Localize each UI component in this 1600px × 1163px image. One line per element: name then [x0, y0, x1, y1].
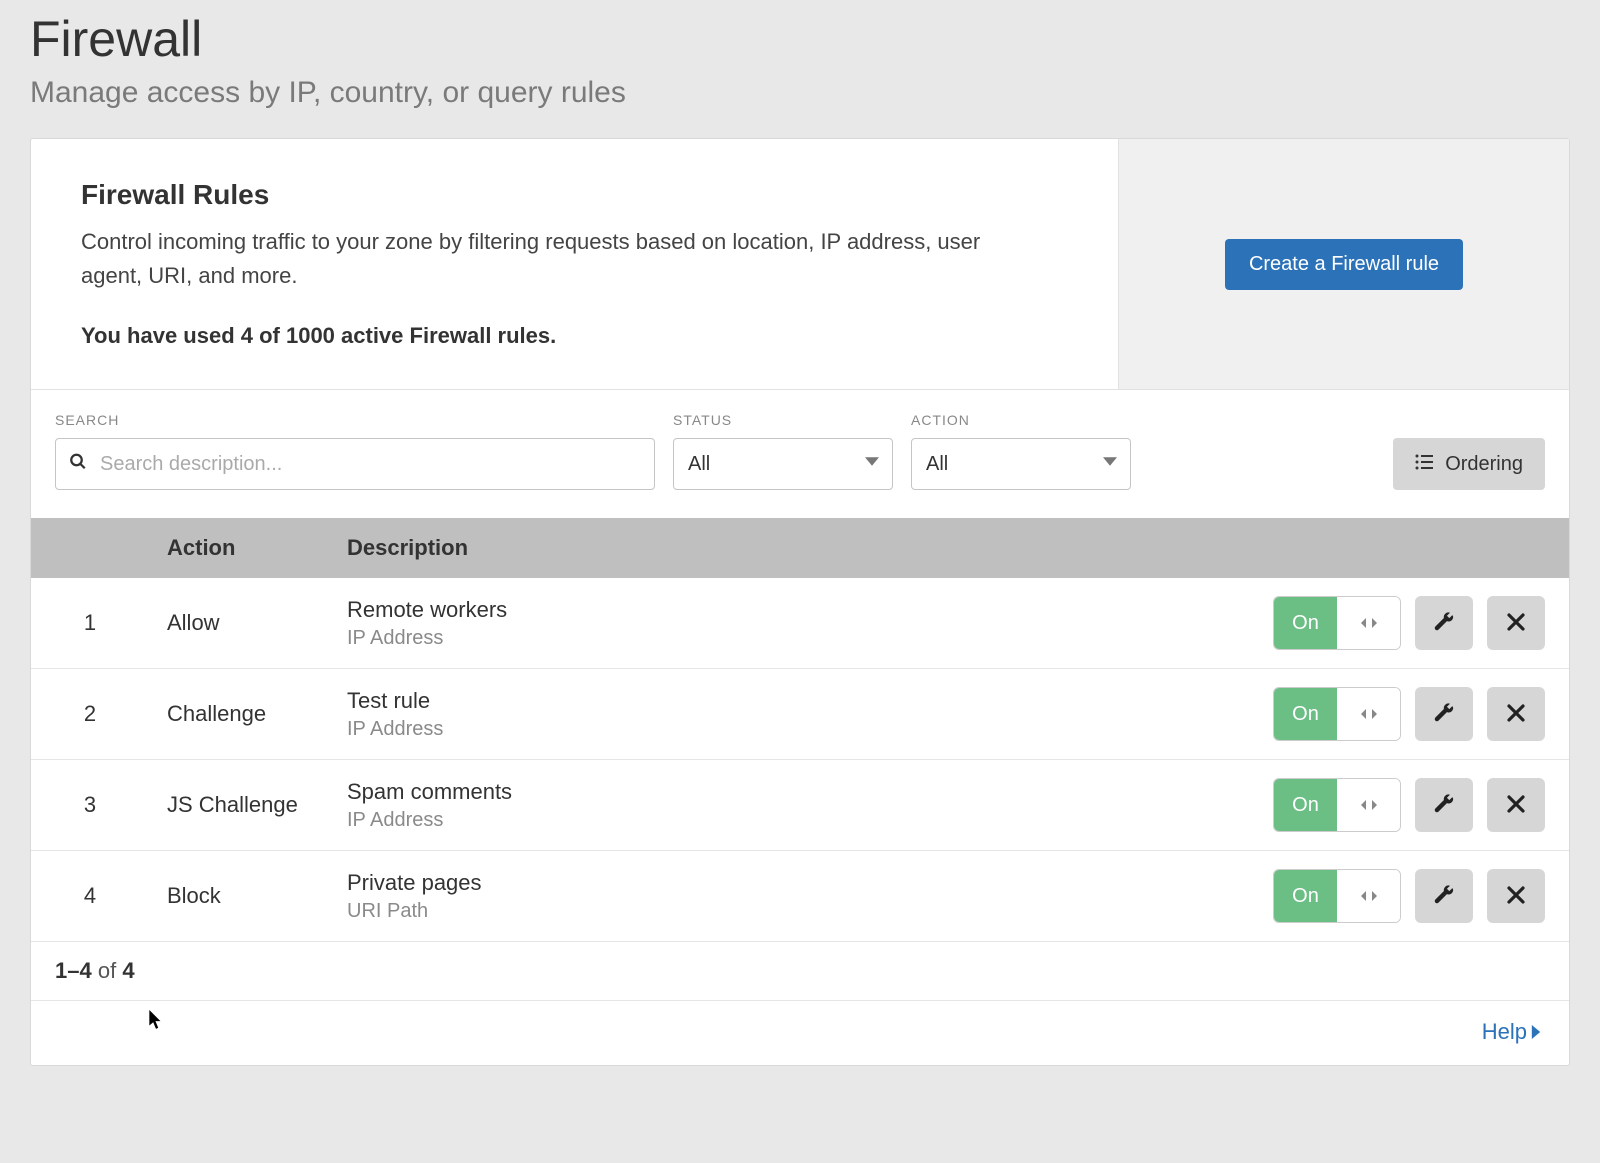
cursor-icon — [148, 1010, 164, 1035]
pagination: 1–4 of 4 — [31, 942, 1569, 1001]
row-action: Challenge — [167, 701, 347, 727]
toggle-switch[interactable]: On — [1273, 869, 1401, 923]
action-select[interactable]: All — [911, 438, 1131, 490]
edit-button[interactable] — [1415, 869, 1473, 923]
section-title: Firewall Rules — [81, 179, 1068, 211]
toggle-switch[interactable]: On — [1273, 778, 1401, 832]
row-description-title: Remote workers — [347, 597, 1261, 623]
row-number: 1 — [55, 610, 167, 636]
delete-button[interactable] — [1487, 687, 1545, 741]
search-input[interactable] — [55, 438, 655, 490]
status-select[interactable]: All — [673, 438, 893, 490]
toggle-on-label: On — [1274, 688, 1337, 740]
row-description-subtitle: IP Address — [347, 627, 1261, 650]
list-icon — [1415, 453, 1433, 476]
table-row: 4 Block Private pages URI Path On — [31, 851, 1569, 942]
toggle-on-label: On — [1274, 779, 1337, 831]
row-description-subtitle: URI Path — [347, 900, 1261, 923]
search-label: SEARCH — [55, 412, 655, 428]
wrench-icon — [1433, 611, 1455, 636]
column-description: Description — [347, 535, 1261, 561]
search-icon — [69, 453, 87, 476]
close-icon — [1507, 613, 1525, 634]
ordering-label: Ordering — [1445, 453, 1523, 476]
toggle-handle — [1337, 597, 1400, 649]
row-description-title: Test rule — [347, 688, 1261, 714]
toggle-handle — [1337, 688, 1400, 740]
row-description-title: Private pages — [347, 870, 1261, 896]
chevron-right-icon — [1531, 1019, 1541, 1045]
wrench-icon — [1433, 884, 1455, 909]
edit-button[interactable] — [1415, 687, 1473, 741]
table-row: 2 Challenge Test rule IP Address On — [31, 669, 1569, 760]
wrench-icon — [1433, 702, 1455, 727]
close-icon — [1507, 886, 1525, 907]
row-action: JS Challenge — [167, 792, 347, 818]
row-number: 2 — [55, 701, 167, 727]
page-title: Firewall — [30, 10, 1570, 68]
column-action: Action — [167, 535, 347, 561]
table-row: 1 Allow Remote workers IP Address On — [31, 578, 1569, 669]
delete-button[interactable] — [1487, 596, 1545, 650]
close-icon — [1507, 795, 1525, 816]
close-icon — [1507, 704, 1525, 725]
create-firewall-rule-button[interactable]: Create a Firewall rule — [1225, 239, 1463, 290]
usage-count: You have used 4 of 1000 active Firewall … — [81, 323, 1068, 349]
toggle-switch[interactable]: On — [1273, 687, 1401, 741]
edit-button[interactable] — [1415, 596, 1473, 650]
toggle-on-label: On — [1274, 597, 1337, 649]
table-row: 3 JS Challenge Spam comments IP Address … — [31, 760, 1569, 851]
status-label: STATUS — [673, 412, 893, 428]
section-description: Control incoming traffic to your zone by… — [81, 225, 1041, 293]
row-number: 4 — [55, 883, 167, 909]
wrench-icon — [1433, 793, 1455, 818]
page-subtitle: Manage access by IP, country, or query r… — [30, 76, 1570, 110]
delete-button[interactable] — [1487, 869, 1545, 923]
help-link[interactable]: Help — [1482, 1019, 1541, 1045]
toggle-on-label: On — [1274, 870, 1337, 922]
ordering-button[interactable]: Ordering — [1393, 438, 1545, 490]
edit-button[interactable] — [1415, 778, 1473, 832]
toggle-handle — [1337, 779, 1400, 831]
row-action: Allow — [167, 610, 347, 636]
row-number: 3 — [55, 792, 167, 818]
row-action: Block — [167, 883, 347, 909]
row-description-title: Spam comments — [347, 779, 1261, 805]
row-description-subtitle: IP Address — [347, 809, 1261, 832]
toggle-switch[interactable]: On — [1273, 596, 1401, 650]
table-header: Action Description — [31, 518, 1569, 578]
delete-button[interactable] — [1487, 778, 1545, 832]
action-label: ACTION — [911, 412, 1131, 428]
toggle-handle — [1337, 870, 1400, 922]
firewall-card: Firewall Rules Control incoming traffic … — [30, 138, 1570, 1066]
row-description-subtitle: IP Address — [347, 718, 1261, 741]
